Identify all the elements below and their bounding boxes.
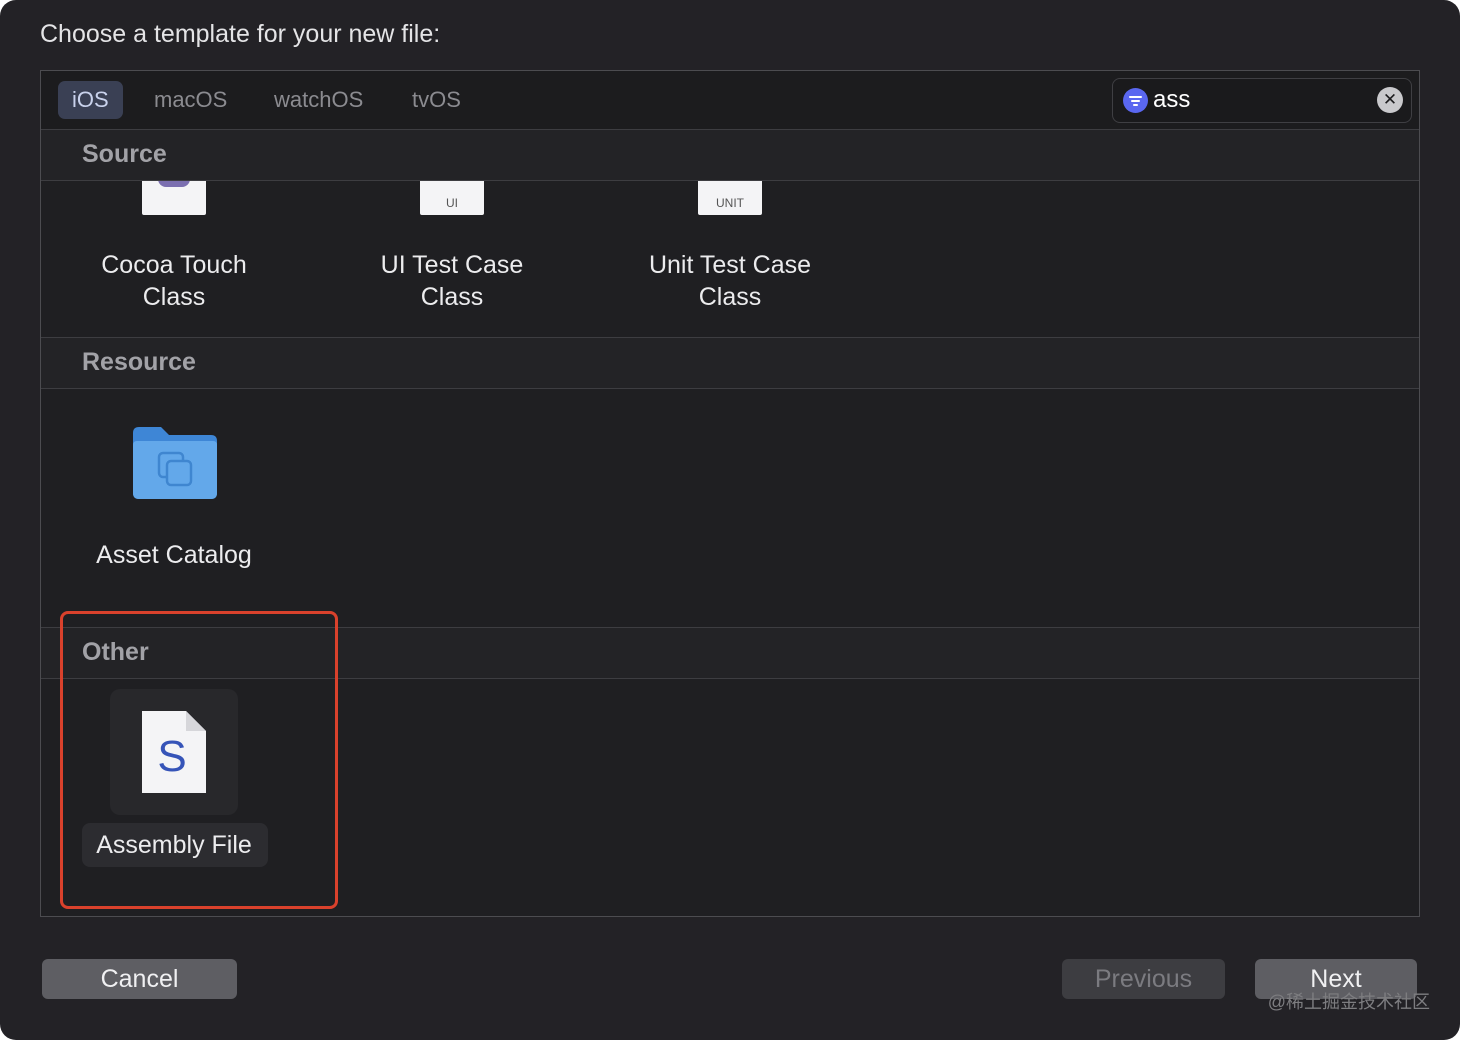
section-header-source: Source	[41, 129, 1419, 181]
ui-test-tag: UI	[446, 196, 458, 210]
template-label-line: Cocoa Touch	[101, 251, 247, 279]
filter-icon[interactable]	[1123, 88, 1148, 113]
platform-bar: iOS macOS watchOS tvOS ✕	[41, 71, 1419, 130]
template-label-line: Class	[142, 283, 206, 311]
folder-icon	[133, 427, 217, 499]
template-cocoa-touch-class[interactable]: Cocoa Touch Class	[49, 181, 299, 331]
cancel-button[interactable]: Cancel	[42, 959, 237, 999]
section-header-resource: Resource	[41, 337, 1419, 389]
new-file-dialog: Choose a template for your new file: iOS…	[0, 0, 1460, 1040]
template-label-line: UI Test Case	[380, 251, 524, 279]
clear-icon[interactable]: ✕	[1377, 87, 1403, 113]
template-unit-test-case-class[interactable]: UNIT Unit Test Case Class	[605, 181, 855, 331]
tab-ios[interactable]: iOS	[58, 81, 123, 119]
unit-test-tag: UNIT	[716, 196, 744, 210]
section-title-resource: Resource	[82, 348, 196, 376]
previous-button[interactable]: Previous	[1062, 959, 1225, 999]
section-title-source: Source	[82, 140, 167, 168]
highlight-outline	[60, 611, 338, 909]
template-label-line: Unit Test Case	[648, 251, 812, 279]
watermark: @稀土掘金技术社区	[1267, 992, 1430, 1012]
tab-macos[interactable]: macOS	[140, 81, 241, 119]
source-templates: Cocoa Touch Class UI UI Test Case Class …	[41, 181, 1419, 337]
template-label-line: Class	[698, 283, 762, 311]
ui-test-case-icon: UI	[420, 181, 484, 215]
tab-watchos[interactable]: watchOS	[260, 81, 377, 119]
search-field[interactable]: ✕	[1112, 78, 1412, 123]
search-input[interactable]	[1153, 85, 1363, 115]
template-label: Asset Catalog	[96, 541, 252, 569]
template-ui-test-case-class[interactable]: UI UI Test Case Class	[327, 181, 577, 331]
template-asset-catalog[interactable]: Asset Catalog	[49, 411, 299, 581]
dialog-prompt: Choose a template for your new file:	[40, 20, 441, 48]
tab-tvos[interactable]: tvOS	[398, 81, 475, 119]
unit-test-case-icon: UNIT	[698, 181, 762, 215]
cocoa-touch-class-icon	[142, 181, 206, 215]
template-label-line: Class	[420, 283, 484, 311]
